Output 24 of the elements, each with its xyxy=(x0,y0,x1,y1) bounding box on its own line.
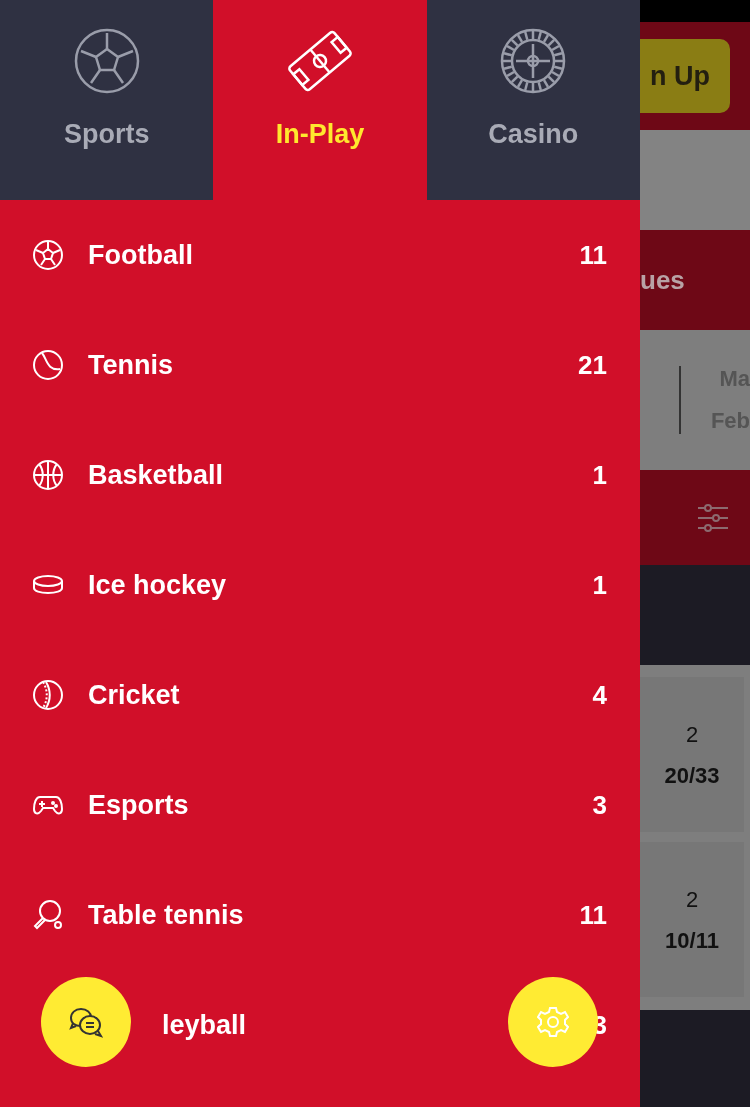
chat-icon xyxy=(69,1006,103,1038)
cricket-ball-icon xyxy=(32,679,64,711)
basketball-icon xyxy=(32,459,64,491)
pitch-icon xyxy=(287,28,353,94)
sport-item[interactable]: Football 11 xyxy=(0,200,640,310)
settings-icon xyxy=(537,1006,569,1038)
sport-item[interactable]: Esports 3 xyxy=(0,750,640,860)
sign-up-button[interactable]: n Up xyxy=(640,39,730,113)
soccer-ball-icon xyxy=(73,28,140,94)
sport-item[interactable]: Table tennis 11 xyxy=(0,860,640,970)
roulette-icon xyxy=(500,28,567,94)
table-tennis-icon xyxy=(32,899,64,931)
odds-card[interactable]: 2 10/11 xyxy=(640,842,744,997)
sport-item[interactable]: Tennis 21 xyxy=(0,310,640,420)
tennis-ball-icon xyxy=(32,349,64,381)
nav-tab[interactable]: Casino xyxy=(426,0,640,200)
soccer-ball-icon xyxy=(32,239,64,271)
sport-item[interactable]: Cricket 4 xyxy=(0,640,640,750)
sport-item[interactable]: Ice hockey 1 xyxy=(0,530,640,640)
nav-tab[interactable]: Sports xyxy=(0,0,214,200)
sport-item[interactable]: Basketball 1 xyxy=(0,420,640,530)
odds-card[interactable]: 2 20/33 xyxy=(640,677,744,832)
filter-icon[interactable] xyxy=(698,503,728,532)
section-title: ues xyxy=(640,263,685,297)
